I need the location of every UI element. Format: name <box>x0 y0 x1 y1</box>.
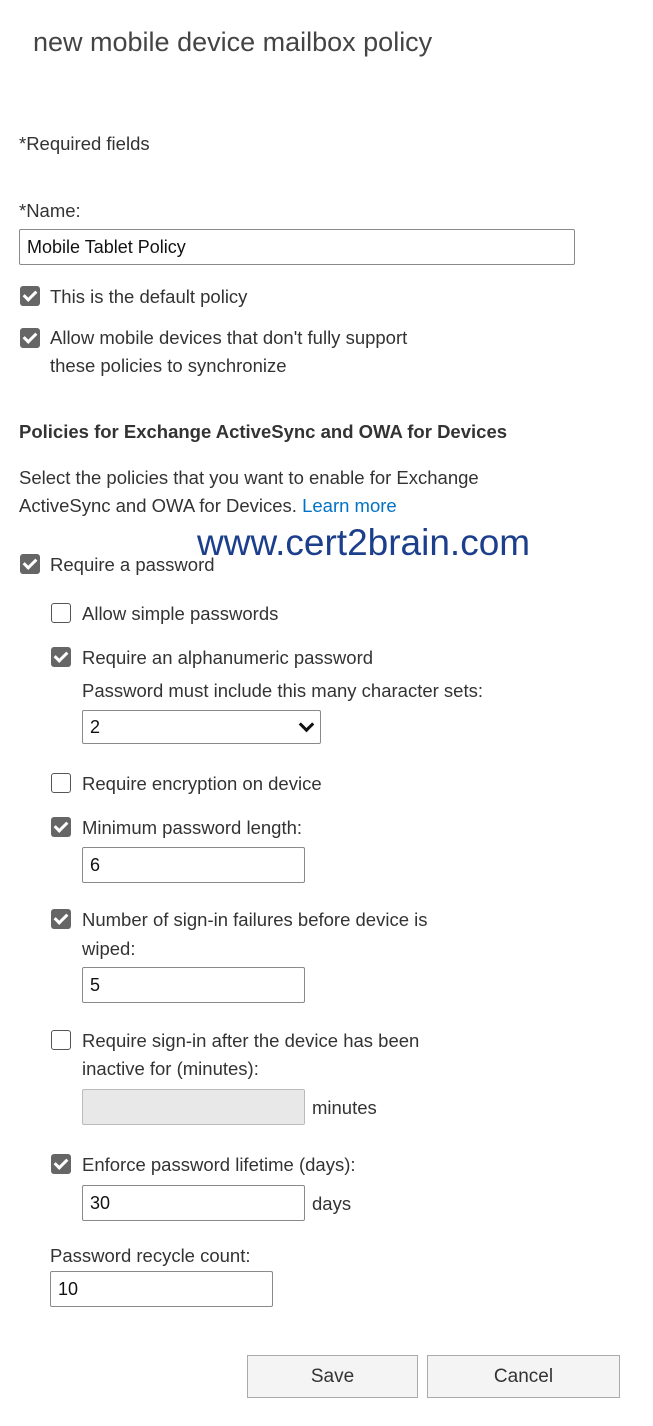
failures-label-1: Number of sign-in failures before device… <box>82 909 428 930</box>
alphanumeric-checkbox[interactable] <box>51 647 71 667</box>
allow-nonsupport-label-1: Allow mobile devices that don't fully su… <box>50 327 408 348</box>
save-button[interactable]: Save <box>247 1355 418 1398</box>
encryption-label: Require encryption on device <box>82 773 322 794</box>
inactive-label-1: Require sign-in after the device has bee… <box>82 1030 420 1051</box>
min-length-checkbox[interactable] <box>51 817 71 837</box>
failures-input[interactable]: 5 <box>82 967 305 1003</box>
recycle-input[interactable]: 10 <box>50 1271 273 1307</box>
section-heading: Policies for Exchange ActiveSync and OWA… <box>19 421 508 442</box>
inactive-label-2: inactive for (minutes): <box>82 1058 259 1079</box>
chevron-down-icon <box>298 716 315 733</box>
min-length-label: Minimum password length: <box>82 817 303 838</box>
failures-label-2: wiped: <box>82 938 136 959</box>
inactive-input[interactable] <box>82 1089 305 1125</box>
watermark: www.cert2brain.com <box>197 522 531 563</box>
required-note: *Required fields <box>19 133 150 154</box>
require-password-label: Require a password <box>50 554 215 575</box>
default-policy-label: This is the default policy <box>50 286 248 307</box>
section-desc-1: Select the policies that you want to ena… <box>19 467 479 488</box>
recycle-label: Password recycle count: <box>50 1245 251 1266</box>
learn-more-link[interactable]: Learn more <box>302 495 397 516</box>
encryption-checkbox[interactable] <box>51 773 71 793</box>
default-policy-checkbox[interactable] <box>20 286 40 306</box>
lifetime-input[interactable]: 30 <box>82 1185 305 1221</box>
allow-nonsupport-label-2: these policies to synchronize <box>50 355 287 376</box>
page-title: new mobile device mailbox policy <box>33 27 433 57</box>
lifetime-checkbox[interactable] <box>51 1154 71 1174</box>
lifetime-unit: days <box>312 1193 352 1214</box>
character-sets-value: 2 <box>90 716 101 737</box>
cancel-button[interactable]: Cancel <box>427 1355 620 1398</box>
require-password-checkbox[interactable] <box>20 554 40 574</box>
character-sets-label: Password must include this many characte… <box>82 680 483 701</box>
lifetime-label: Enforce password lifetime (days): <box>82 1154 356 1175</box>
inactive-checkbox[interactable] <box>51 1030 71 1050</box>
section-desc-2: ActiveSync and OWA for Devices. Learn mo… <box>19 492 397 520</box>
failures-checkbox[interactable] <box>51 909 71 929</box>
section-desc-2-text: ActiveSync and OWA for Devices. <box>19 495 297 516</box>
allow-simple-checkbox[interactable] <box>51 603 71 623</box>
name-label: *Name: <box>19 200 81 221</box>
allow-nonsupport-checkbox[interactable] <box>20 328 40 348</box>
inactive-unit: minutes <box>312 1097 377 1118</box>
alphanumeric-label: Require an alphanumeric password <box>82 647 374 668</box>
character-sets-select[interactable]: 2 <box>82 710 321 744</box>
min-length-input[interactable]: 6 <box>82 847 305 883</box>
name-input[interactable]: Mobile Tablet Policy <box>19 229 575 265</box>
allow-simple-label: Allow simple passwords <box>82 603 279 624</box>
